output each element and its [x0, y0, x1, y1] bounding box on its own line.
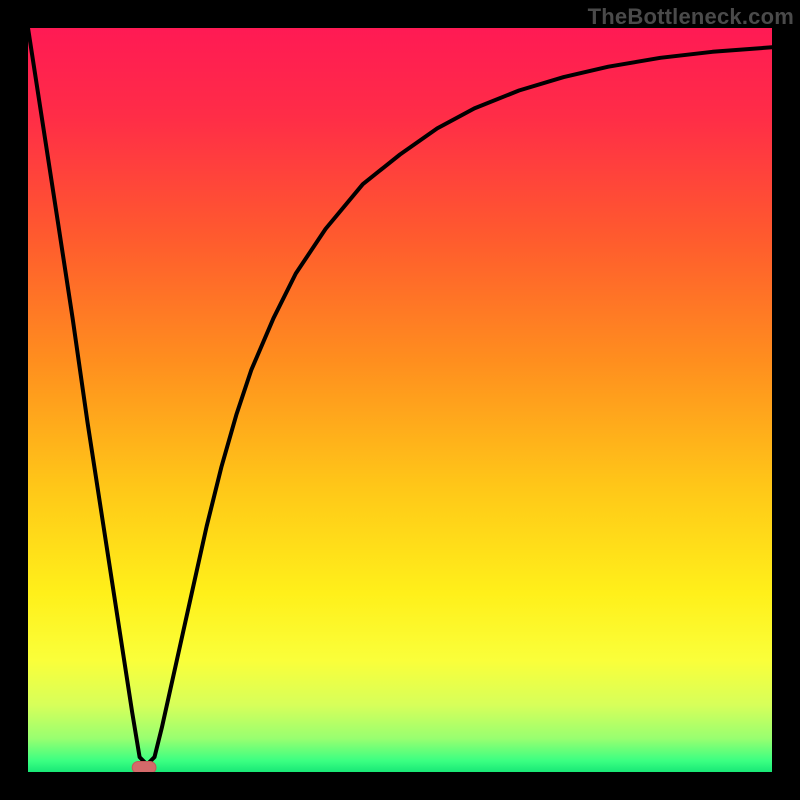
- watermark-label: TheBottleneck.com: [588, 4, 794, 30]
- gradient-background: [28, 28, 772, 772]
- bottleneck-chart: [28, 28, 772, 772]
- optimal-range-marker: [132, 762, 156, 773]
- chart-frame: TheBottleneck.com: [0, 0, 800, 800]
- plot-area: [28, 28, 772, 772]
